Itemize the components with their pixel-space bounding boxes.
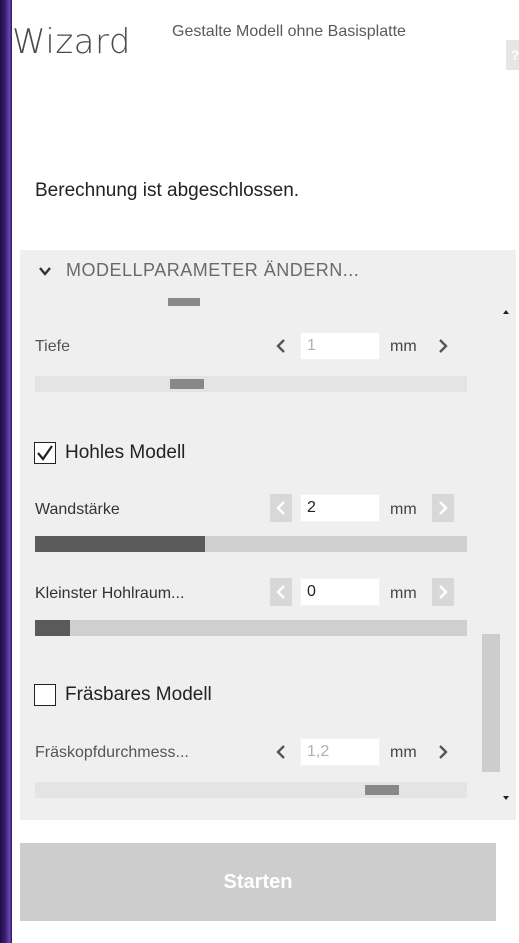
- param-label-wandstaerke: Wandstärke: [35, 501, 120, 518]
- wandstaerke-input[interactable]: 2: [300, 494, 380, 522]
- chevron-left-icon: [276, 585, 285, 599]
- tiefe-unit: mm: [390, 338, 417, 355]
- start-button[interactable]: Starten: [20, 843, 496, 921]
- arrow-down-icon: [503, 796, 509, 800]
- help-button[interactable]: ?: [506, 40, 519, 70]
- window-edge: [0, 0, 12, 943]
- fraeskopf-slider[interactable]: [35, 782, 467, 798]
- scroll-up-button[interactable]: [482, 298, 516, 322]
- decrement-tiefe-button[interactable]: [270, 332, 292, 360]
- increment-wandstaerke-button[interactable]: [432, 494, 454, 522]
- vertical-scrollbar[interactable]: [482, 298, 516, 812]
- arrow-up-icon: [503, 310, 509, 314]
- chevron-left-icon: [276, 339, 285, 353]
- hohlraum-slider[interactable]: [35, 620, 467, 636]
- model-parameters-header[interactable]: MODELLPARAMETER ÄNDERN...: [20, 250, 516, 298]
- checkmark-icon: [37, 445, 53, 461]
- fraeskopf-input[interactable]: 1,2: [300, 738, 380, 766]
- fraeskopf-unit: mm: [390, 744, 417, 761]
- decrement-wandstaerke-button[interactable]: [270, 494, 292, 522]
- scrollbar-thumb[interactable]: [482, 634, 500, 772]
- wandstaerke-slider[interactable]: [35, 536, 467, 552]
- fraeskopf-slider-thumb[interactable]: [365, 785, 399, 795]
- group-title: MODELLPARAMETER ÄNDERN...: [66, 260, 360, 280]
- hohlraum-input[interactable]: 0: [300, 578, 380, 606]
- decrement-hohlraum-button[interactable]: [270, 578, 292, 606]
- chevron-right-icon: [439, 501, 448, 515]
- scroll-down-button[interactable]: [482, 788, 516, 812]
- slider-thumb-partial: [168, 298, 200, 306]
- chevron-down-icon: [39, 267, 51, 276]
- model-parameters-group: MODELLPARAMETER ÄNDERN... Tiefe 1 mm Hoh…: [20, 250, 516, 820]
- tiefe-slider-thumb[interactable]: [170, 379, 204, 389]
- chevron-right-icon: [439, 745, 448, 759]
- tiefe-input[interactable]: 1: [300, 332, 380, 360]
- increment-fraeskopf-button[interactable]: [432, 738, 454, 766]
- param-label-fraeskopf: Fräskopfdurchmess...: [35, 744, 189, 761]
- wizard-title: Wizard: [12, 22, 131, 62]
- hohles-modell-checkbox[interactable]: [34, 442, 56, 464]
- param-label-tiefe: Tiefe: [35, 338, 70, 355]
- tiefe-slider[interactable]: [35, 376, 467, 392]
- chevron-left-icon: [276, 745, 285, 759]
- increment-tiefe-button[interactable]: [432, 332, 454, 360]
- chevron-left-icon: [276, 501, 285, 515]
- chevron-right-icon: [439, 339, 448, 353]
- status-message: Berechnung ist abgeschlossen.: [35, 180, 300, 201]
- fraesbares-modell-label[interactable]: Fräsbares Modell: [65, 684, 212, 706]
- wandstaerke-unit: mm: [390, 501, 417, 518]
- increment-hohlraum-button[interactable]: [432, 578, 454, 606]
- hohlraum-slider-fill: [35, 620, 70, 636]
- hohles-modell-label[interactable]: Hohles Modell: [65, 442, 185, 464]
- hohlraum-unit: mm: [390, 585, 417, 602]
- fraesbares-modell-checkbox[interactable]: [34, 684, 56, 706]
- parameters-scroll-area: Tiefe 1 mm Hohles Modell Wandstärke 2 mm: [20, 298, 516, 812]
- wizard-subtitle: Gestalte Modell ohne Basisplatte: [172, 23, 406, 40]
- wandstaerke-slider-fill: [35, 536, 205, 552]
- chevron-right-icon: [439, 585, 448, 599]
- param-label-hohlraum: Kleinster Hohlraum...: [35, 585, 185, 602]
- decrement-fraeskopf-button[interactable]: [270, 738, 292, 766]
